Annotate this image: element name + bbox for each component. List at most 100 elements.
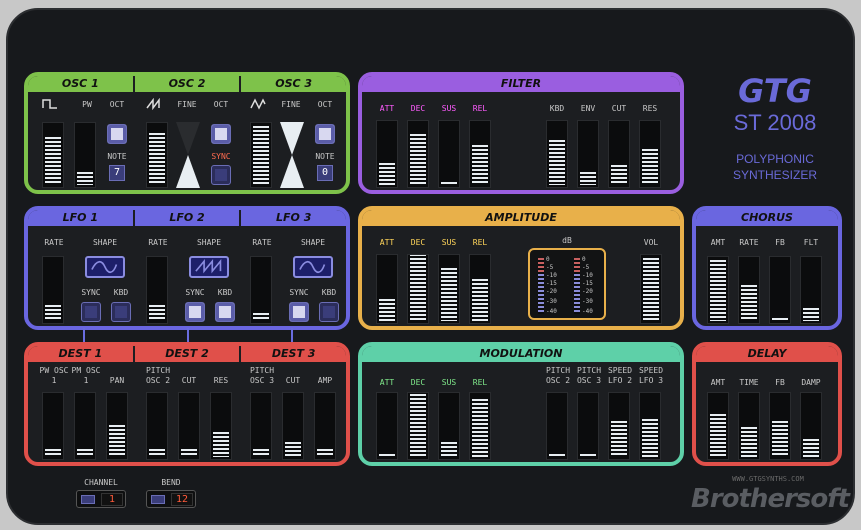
- osc3-note-value[interactable]: 0: [317, 165, 333, 181]
- chorus-rate-fill: [741, 284, 757, 321]
- chorus-amt-slider[interactable]: [707, 256, 729, 324]
- lfo3-kbd-button[interactable]: [319, 302, 339, 322]
- filter-res-slider[interactable]: [639, 120, 661, 188]
- amp-att-slider[interactable]: [376, 254, 398, 324]
- mod-speed-lfo3-slider[interactable]: [639, 392, 661, 460]
- filter-rel-slider[interactable]: [469, 120, 491, 188]
- filter-env-slider[interactable]: [577, 120, 599, 188]
- chorus-fb-slider[interactable]: [769, 256, 791, 324]
- osc1-note-value[interactable]: 7: [109, 165, 125, 181]
- amplitude-title: AMPLITUDE: [485, 211, 557, 224]
- delay-time-slider[interactable]: [738, 392, 760, 460]
- lfo3-rate-slider[interactable]: [250, 256, 272, 324]
- mod-att-slider[interactable]: [376, 392, 398, 460]
- dest-cut3-slider[interactable]: [282, 392, 304, 460]
- lfo-tabs: LFO 1 LFO 2 LFO 3: [28, 210, 346, 226]
- filter-res-fill: [642, 148, 658, 185]
- mod-sus-slider[interactable]: [438, 392, 460, 460]
- lfo3-shape-selector[interactable]: [293, 256, 333, 278]
- bend-button[interactable]: [151, 495, 165, 504]
- dest-pm-osc1-slider[interactable]: [74, 392, 96, 460]
- channel-control[interactable]: 1: [76, 490, 126, 508]
- tab-osc-3[interactable]: OSC 3: [241, 76, 346, 92]
- amp-vol-slider[interactable]: [640, 254, 662, 324]
- tab-dest-2[interactable]: DEST 2: [135, 346, 242, 362]
- lfo1-shape-selector[interactable]: [85, 256, 125, 278]
- mod-pitch-osc3-slider[interactable]: [577, 392, 599, 460]
- lfo1-rate-label: RATE: [44, 238, 64, 247]
- delay-damp-slider[interactable]: [800, 392, 822, 460]
- osc3-oct-button[interactable]: [315, 124, 335, 144]
- dest-pw-osc1-slider[interactable]: [42, 392, 64, 460]
- dest-cut-slider[interactable]: [178, 392, 200, 460]
- brand-line1: POLYPHONIC: [736, 152, 814, 166]
- lfo1-kbd-button[interactable]: [111, 302, 131, 322]
- osc1-pw-slider[interactable]: [74, 122, 96, 188]
- amp-dec-fill: [410, 255, 426, 321]
- tab-osc-1[interactable]: OSC 1: [28, 76, 135, 92]
- lfo2-rate-slider[interactable]: [146, 256, 168, 324]
- osc1-oct-label: OCT: [109, 100, 125, 109]
- db-meter: dB 0 -5 -10 -15 -20 -30 -40 0 -5 -10 -15…: [528, 236, 606, 320]
- lfo3-sync-button[interactable]: [289, 302, 309, 322]
- mod-sus-label: SUS: [441, 378, 457, 387]
- mod-dec-slider[interactable]: [407, 392, 429, 460]
- filter-att-slider[interactable]: [376, 120, 398, 188]
- tab-dest-1[interactable]: DEST 1: [28, 346, 135, 362]
- filter-kbd-slider[interactable]: [546, 120, 568, 188]
- amp-dec-slider[interactable]: [407, 254, 429, 324]
- osc2-fine-knob[interactable]: [176, 122, 200, 188]
- lfo2-sync-button[interactable]: [185, 302, 205, 322]
- bend-value[interactable]: 12: [171, 493, 193, 506]
- lfo2-shape-selector[interactable]: [189, 256, 229, 278]
- osc2-oct-button[interactable]: [211, 124, 231, 144]
- dest-pitch-osc3-slider[interactable]: [250, 392, 272, 460]
- filter-cut-slider[interactable]: [608, 120, 630, 188]
- lfo2-kbd-button[interactable]: [215, 302, 235, 322]
- chorus-flt-fill: [803, 307, 819, 321]
- dest-pan-slider[interactable]: [106, 392, 128, 460]
- mod-pitch-osc3-label: PITCH OSC 3: [576, 366, 602, 385]
- watermark: Brothersoft: [691, 484, 850, 514]
- bend-control[interactable]: 12: [146, 490, 196, 508]
- mod-rel-fill: [472, 398, 488, 457]
- osc3-level-slider[interactable]: [250, 122, 272, 188]
- lfo1-sync-button[interactable]: [81, 302, 101, 322]
- osc2-level-slider[interactable]: [146, 122, 168, 188]
- dest-pm-osc1-fill: [77, 449, 93, 457]
- osc1-level-slider[interactable]: [42, 122, 64, 188]
- dest-pitch-osc2-slider[interactable]: [146, 392, 168, 460]
- amp-sus-label: SUS: [441, 238, 457, 247]
- vu-right-red: [574, 258, 580, 274]
- amp-rel-slider[interactable]: [469, 254, 491, 324]
- chorus-amt-label: AMT: [710, 238, 726, 247]
- tab-osc-2[interactable]: OSC 2: [135, 76, 242, 92]
- tab-lfo-1[interactable]: LFO 1: [28, 210, 135, 226]
- osc2-sync-button[interactable]: [211, 165, 231, 185]
- filter-dec-slider[interactable]: [407, 120, 429, 188]
- dest-pitch-osc3-label: PITCH OSC 3: [249, 366, 275, 385]
- mod-pitch-osc2-slider[interactable]: [546, 392, 568, 460]
- filter-sus-slider[interactable]: [438, 120, 460, 188]
- delay-amt-slider[interactable]: [707, 392, 729, 460]
- channel-value[interactable]: 1: [101, 493, 123, 506]
- osc1-oct-button[interactable]: [107, 124, 127, 144]
- filter-kbd-fill: [549, 140, 565, 185]
- amp-sus-slider[interactable]: [438, 254, 460, 324]
- tab-lfo-3[interactable]: LFO 3: [241, 210, 346, 226]
- channel-button[interactable]: [81, 495, 95, 504]
- lfo1-rate-slider[interactable]: [42, 256, 64, 324]
- tab-dest-3[interactable]: DEST 3: [241, 346, 346, 362]
- osc3-fine-knob[interactable]: [280, 122, 304, 188]
- dest-amp-slider[interactable]: [314, 392, 336, 460]
- tab-lfo-2[interactable]: LFO 2: [135, 210, 242, 226]
- delay-fb-label: FB: [775, 378, 785, 387]
- mod-rel-slider[interactable]: [469, 392, 491, 460]
- chorus-header: CHORUS: [696, 210, 838, 226]
- chorus-rate-slider[interactable]: [738, 256, 760, 324]
- delay-damp-label: DAMP: [801, 378, 821, 387]
- mod-speed-lfo2-slider[interactable]: [608, 392, 630, 460]
- chorus-flt-slider[interactable]: [800, 256, 822, 324]
- dest-res-slider[interactable]: [210, 392, 232, 460]
- delay-fb-slider[interactable]: [769, 392, 791, 460]
